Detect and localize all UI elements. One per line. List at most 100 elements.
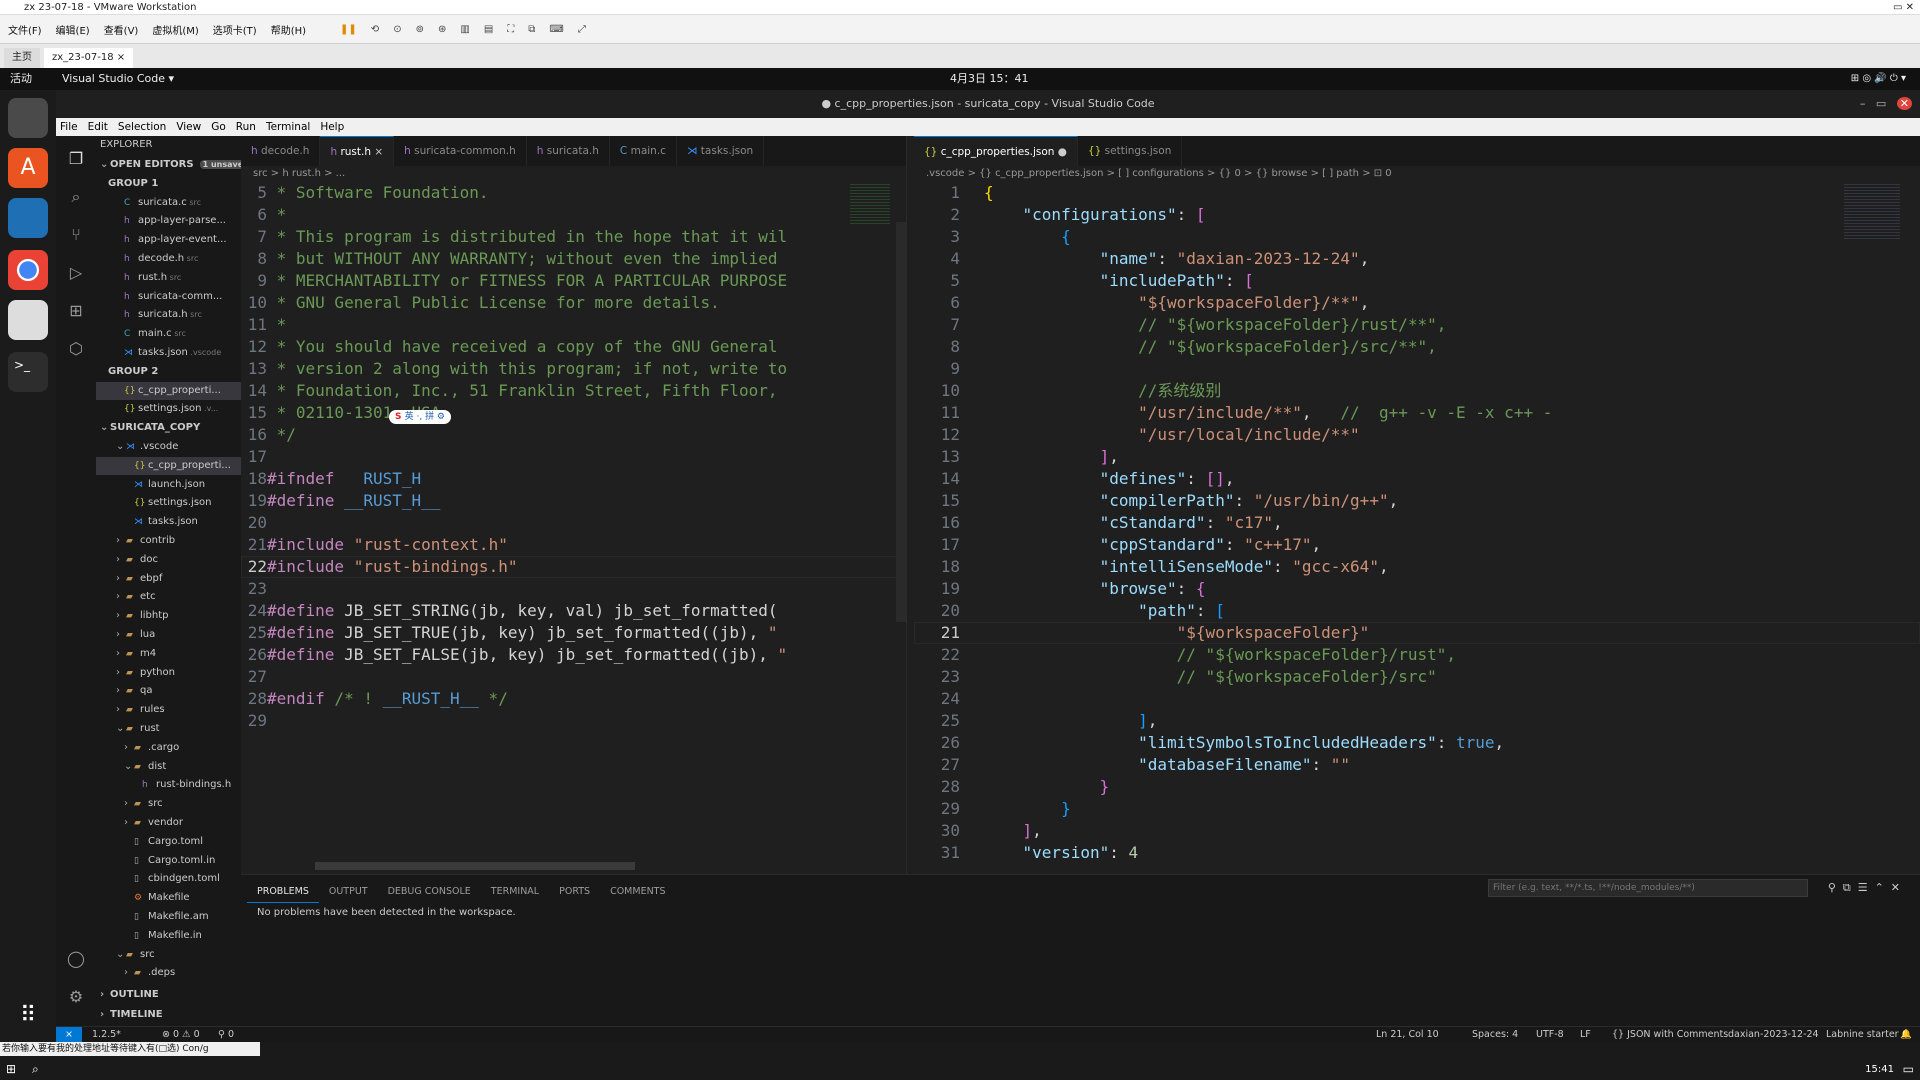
vertical-scrollbar[interactable]: [896, 222, 906, 622]
vmware-toolbar-icon[interactable]: ⌨: [549, 24, 563, 35]
editor-tab[interactable]: h decode.h: [241, 136, 321, 166]
status-cursor-position[interactable]: Ln 21, Col 10: [1376, 1027, 1439, 1043]
code-line[interactable]: 10 * GNU General Public License for more…: [241, 292, 906, 314]
tree-item[interactable]: ▯ cbindgen.toml: [96, 870, 241, 888]
code-line[interactable]: 29 }: [914, 798, 1920, 820]
open-editor-item[interactable]: ⋊ tasks.json .vscode: [96, 344, 241, 362]
panel-tab-output[interactable]: OUTPUT: [319, 881, 378, 903]
code-line[interactable]: 2 "configurations": [: [914, 204, 1920, 226]
notifications-bell-icon[interactable]: 🔔: [1900, 1027, 1912, 1043]
vmware-menu-item[interactable]: 编辑(E): [56, 22, 90, 37]
editor-tab[interactable]: h suricata-common.h: [394, 136, 527, 166]
vscode-menu-file[interactable]: File: [60, 121, 78, 133]
vscode-menu-go[interactable]: Go: [211, 121, 226, 133]
code-line[interactable]: 10 //系统级别: [914, 380, 1920, 402]
code-line[interactable]: 28 }: [914, 776, 1920, 798]
tree-item[interactable]: ⌄ ▰ rust: [96, 720, 241, 738]
source-control-icon[interactable]: ⑂: [65, 224, 87, 246]
minimap[interactable]: [1844, 184, 1900, 240]
outline-section[interactable]: › OUTLINE: [96, 986, 241, 1004]
code-line[interactable]: 9: [914, 358, 1920, 380]
vmware-toolbar-icon[interactable]: ▤: [484, 24, 493, 35]
vmware-tab[interactable]: zx_23-07-18 ×: [44, 48, 134, 68]
vscode-menu-edit[interactable]: Edit: [88, 121, 108, 133]
tree-item[interactable]: ▯ Makefile.in: [96, 927, 241, 945]
vmware-toolbar-icon[interactable]: ⤢: [578, 24, 586, 35]
vmware-tab[interactable]: 主页: [4, 48, 40, 68]
code-line[interactable]: 18 #ifndef RUST_H: [241, 468, 906, 490]
vscode-menu-help[interactable]: Help: [320, 121, 344, 133]
pause-icon[interactable]: ❚❚: [340, 24, 357, 35]
code-line[interactable]: 15 "compilerPath": "/usr/bin/g++",: [914, 490, 1920, 512]
search-icon[interactable]: ⌕: [65, 186, 87, 208]
code-line[interactable]: 30 ],: [914, 820, 1920, 842]
code-line[interactable]: 15 * 02110-1301, USA.: [241, 402, 906, 424]
tree-item[interactable]: ⌄ ▰ src: [96, 946, 241, 964]
tree-item[interactable]: ▯ Makefile.am: [96, 908, 241, 926]
tree-item[interactable]: › ▰ .deps: [96, 964, 241, 982]
code-line[interactable]: 25 ],: [914, 710, 1920, 732]
code-line[interactable]: 16 "cStandard": "c17",: [914, 512, 1920, 534]
editor-tab[interactable]: h suricata.h: [527, 136, 610, 166]
vmware-toolbar-icon[interactable]: ⊛: [438, 24, 446, 35]
timeline-section[interactable]: › TIMELINE: [96, 1006, 241, 1024]
panel-tab-comments[interactable]: COMMENTS: [600, 881, 675, 903]
vmware-menu-item[interactable]: 查看(V): [104, 22, 139, 37]
tree-item[interactable]: ⚙ Makefile: [96, 889, 241, 907]
open-editor-item[interactable]: h decode.h src: [96, 250, 241, 268]
panel-tab-problems[interactable]: PROBLEMS: [247, 881, 319, 903]
open-editor-item[interactable]: h suricata-comm...: [96, 288, 241, 306]
code-line[interactable]: 24 #define JB_SET_STRING(jb, key, val) jb…: [241, 600, 906, 622]
code-line[interactable]: 1{: [914, 182, 1920, 204]
panel-tab-ports[interactable]: PORTS: [549, 881, 600, 903]
editor-tab[interactable]: h rust.h ×: [320, 136, 395, 166]
code-line[interactable]: 17: [241, 446, 906, 468]
code-line[interactable]: 26 #define JB_SET_FALSE(jb, key) jb_set_f…: [241, 644, 906, 666]
code-line[interactable]: 29: [241, 710, 906, 732]
search-app-icon[interactable]: [8, 300, 48, 340]
code-line[interactable]: 5 * Software Foundation.: [241, 182, 906, 204]
vmware-toolbar-icon[interactable]: ⧉: [528, 24, 535, 35]
tree-item[interactable]: › ▰ src: [96, 795, 241, 813]
vscode-menu-view[interactable]: View: [176, 121, 201, 133]
window-controls[interactable]: ▭ ✕: [1893, 0, 1914, 15]
code-line[interactable]: 22 // "${workspaceFolder}/rust",: [914, 644, 1920, 666]
status-walkthrough[interactable]: Labnine starter: [1826, 1027, 1899, 1043]
tree-item[interactable]: › ▰ doc: [96, 551, 241, 569]
software-icon[interactable]: A: [8, 148, 48, 188]
vmware-menu-item[interactable]: 帮助(H): [271, 22, 306, 37]
tree-item[interactable]: › ▰ python: [96, 664, 241, 682]
code-line[interactable]: 11 *: [241, 314, 906, 336]
code-line[interactable]: 27: [241, 666, 906, 688]
editor-tab[interactable]: C main.c: [610, 136, 677, 166]
activities-button[interactable]: 活动: [10, 68, 32, 90]
code-line[interactable]: 3 {: [914, 226, 1920, 248]
system-tray[interactable]: ⊞ ◎ 🔊 ⏻ ▾: [1851, 68, 1906, 90]
tree-item[interactable]: ⌄ ⋊ .vscode: [96, 438, 241, 456]
ime-toolbar[interactable]: S 英 ·, 拼 ⚙: [389, 410, 451, 424]
vscode-menu-run[interactable]: Run: [236, 121, 256, 133]
left-breadcrumb[interactable]: src > h rust.h > ...: [241, 166, 906, 182]
open-editors-header[interactable]: ⌄ OPEN EDITORS 1 unsaved: [96, 156, 241, 174]
tree-item[interactable]: {} settings.json: [96, 494, 241, 512]
vmware-menu-item[interactable]: 文件(F): [8, 22, 42, 37]
code-line[interactable]: 19 #define __RUST_H__: [241, 490, 906, 512]
code-line[interactable]: 23: [241, 578, 906, 600]
vscode-window-controls[interactable]: – ▭ ✕: [1860, 90, 1912, 118]
status-encoding[interactable]: UTF-8: [1536, 1027, 1564, 1043]
tree-item[interactable]: h rust-bindings.h: [96, 776, 241, 794]
files-icon[interactable]: [8, 98, 48, 138]
panel-tab-terminal[interactable]: TERMINAL: [481, 881, 549, 903]
horizontal-scrollbar[interactable]: [315, 862, 635, 870]
tree-item[interactable]: ⌄ ▰ dist: [96, 758, 241, 776]
code-line[interactable]: 4 "name": "daxian-2023-12-24",: [914, 248, 1920, 270]
editor-tab[interactable]: {} c_cpp_properties.json ●: [914, 136, 1078, 166]
code-line[interactable]: 16 */: [241, 424, 906, 446]
status-language-mode[interactable]: {} JSON with Comments: [1612, 1027, 1728, 1043]
problems-filter-input[interactable]: [1488, 879, 1808, 897]
code-line[interactable]: 20: [241, 512, 906, 534]
code-line[interactable]: 25 #define JB_SET_TRUE(jb, key) jb_set_fo…: [241, 622, 906, 644]
code-line[interactable]: 13 * version 2 along with this program; …: [241, 358, 906, 380]
vmware-menu-item[interactable]: 虚拟机(M): [152, 22, 198, 37]
tree-item[interactable]: › ▰ qa: [96, 682, 241, 700]
